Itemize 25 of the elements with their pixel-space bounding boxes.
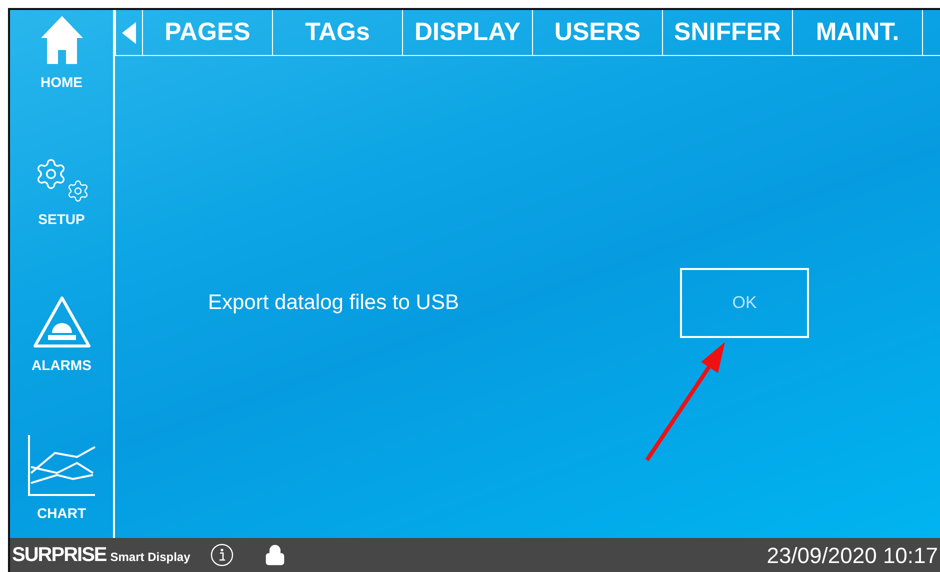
export-label: Export datalog files to USB (208, 290, 460, 316)
alarm-light-icon (32, 295, 92, 349)
date-time: 23/09/2020 10:17 (766, 542, 938, 570)
sidebar-label: CHART (37, 504, 86, 523)
sidebar-item[interactable]: HOME (10, 10, 113, 95)
tab[interactable]: SNIFFER (663, 10, 793, 55)
tab[interactable]: PAGES (143, 10, 273, 55)
tab[interactable]: DISPLAY (403, 10, 533, 55)
info-icon[interactable] (210, 543, 234, 568)
sidebar-label: ALARMS (32, 356, 92, 375)
sidebar-label: SETUP (38, 210, 85, 229)
left-triangle-icon (122, 22, 136, 44)
lock-icon[interactable] (264, 544, 286, 566)
tab[interactable]: MAINT. (793, 10, 923, 55)
product-name: Smart Display (110, 549, 190, 566)
line-chart-icon (26, 433, 96, 497)
tab[interactable]: USERS (533, 10, 663, 55)
ok-button[interactable]: OK (680, 268, 809, 338)
home-icon (38, 14, 84, 66)
sidebar-label: HOME (40, 73, 82, 92)
tab[interactable]: TAGs (273, 10, 403, 55)
sidebar-item[interactable]: SETUP (10, 95, 113, 232)
brand-name: SURPRISE (12, 543, 106, 568)
sidebar-item[interactable]: CHART (10, 378, 113, 526)
sidebar-item[interactable]: ALARMS (10, 232, 113, 378)
